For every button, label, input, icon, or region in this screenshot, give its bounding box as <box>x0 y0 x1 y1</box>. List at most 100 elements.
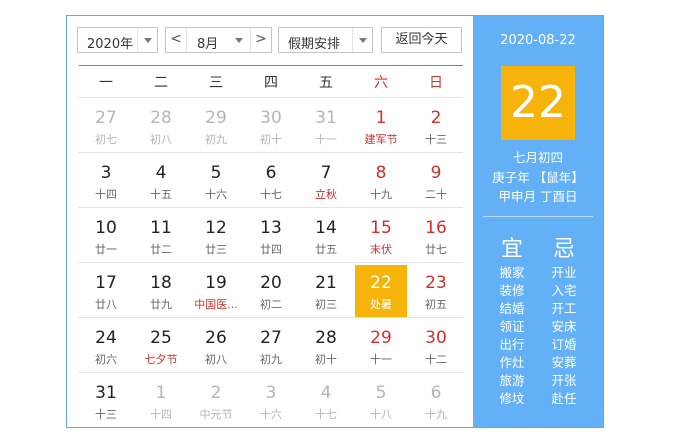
lunar-label: 十七 <box>315 408 337 421</box>
day-cell[interactable]: 13 廿四 <box>245 210 297 262</box>
day-cell[interactable]: 26 初八 <box>190 320 242 372</box>
ji-item: 安床 <box>551 319 577 334</box>
day-cell[interactable]: 3 十四 <box>80 155 132 207</box>
day-cell[interactable]: 5 十六 <box>190 155 242 207</box>
day-cell[interactable]: 27 初七 <box>80 100 132 152</box>
back-today-button[interactable]: 返回今天 <box>381 27 462 53</box>
lunar-label: 中国医... <box>194 298 238 311</box>
day-cell[interactable]: 14 廿五 <box>300 210 352 262</box>
day-cell[interactable]: 29 初九 <box>190 100 242 152</box>
day-cell[interactable]: 12 廿三 <box>190 210 242 262</box>
day-cell-today[interactable]: 22 处暑 <box>355 265 407 317</box>
day-cell[interactable]: 28 初八 <box>135 100 187 152</box>
day-cell[interactable]: 10 廿一 <box>80 210 132 262</box>
year-value: 2020年 <box>87 37 134 52</box>
ji-item: 入宅 <box>551 283 577 298</box>
day-cell[interactable]: 15 末伏 <box>355 210 407 262</box>
day-cell[interactable]: 30 十二 <box>410 320 462 372</box>
row-divider <box>79 372 463 373</box>
lunar-label: 二十 <box>425 188 447 201</box>
year-select[interactable]: 2020年 <box>77 27 158 53</box>
ji-item: 订婚 <box>551 337 577 352</box>
lunar-label: 十四 <box>95 188 117 201</box>
ji-item: 开张 <box>551 373 577 388</box>
header-divider <box>79 65 463 66</box>
day-cell[interactable]: 8 十九 <box>355 155 407 207</box>
day-cell[interactable]: 24 初六 <box>80 320 132 372</box>
day-number: 22 <box>370 273 392 293</box>
next-month-button[interactable]: > <box>250 28 271 52</box>
day-number: 27 <box>260 328 282 348</box>
weekday-label: 四 <box>264 75 278 91</box>
day-number: 30 <box>260 108 282 128</box>
day-cell[interactable]: 25 七夕节 <box>135 320 187 372</box>
ji-item: 安葬 <box>551 355 577 370</box>
day-cell[interactable]: 4 十七 <box>300 375 352 427</box>
lunar-label: 廿九 <box>150 298 172 311</box>
yi-item: 装修 <box>499 283 525 298</box>
day-cell[interactable]: 23 初五 <box>410 265 462 317</box>
day-number: 27 <box>95 108 117 128</box>
lunar-label: 十三 <box>95 408 117 421</box>
day-cell[interactable]: 1 建军节 <box>355 100 407 152</box>
ji-item: 开业 <box>551 265 577 280</box>
ji-item: 赴任 <box>551 391 577 406</box>
lunar-label: 廿七 <box>425 243 447 256</box>
day-cell[interactable]: 18 廿九 <box>135 265 187 317</box>
day-number: 6 <box>430 383 442 403</box>
holiday-select[interactable]: 假期安排 <box>278 27 373 53</box>
day-cell[interactable]: 30 初十 <box>245 100 297 152</box>
weekday-label: 二 <box>154 75 168 91</box>
lunar-label: 廿三 <box>205 243 227 256</box>
lunar-label: 处暑 <box>370 298 392 311</box>
lunar-label: 末伏 <box>370 243 392 256</box>
row-divider <box>79 97 463 98</box>
lunar-label: 初七 <box>95 133 117 146</box>
yi-item: 作灶 <box>499 355 525 370</box>
weekday-label: 一 <box>99 75 113 91</box>
day-cell[interactable]: 21 初三 <box>300 265 352 317</box>
holiday-value: 假期安排 <box>288 37 341 52</box>
day-cell[interactable]: 16 廿七 <box>410 210 462 262</box>
day-cell[interactable]: 17 廿八 <box>80 265 132 317</box>
day-cell[interactable]: 2 中元节 <box>190 375 242 427</box>
chevron-down-icon[interactable] <box>229 28 249 52</box>
day-number: 26 <box>205 328 227 348</box>
day-cell[interactable]: 7 立秋 <box>300 155 352 207</box>
day-cell[interactable]: 3 十六 <box>245 375 297 427</box>
yi-heading: 宜 <box>500 237 523 262</box>
row-divider <box>79 152 463 153</box>
day-number: 19 <box>205 273 227 293</box>
day-cell[interactable]: 5 十八 <box>355 375 407 427</box>
ganzhi-year: 庚子年 【鼠年】 <box>492 170 584 185</box>
day-cell[interactable]: 6 十七 <box>245 155 297 207</box>
day-cell[interactable]: 9 二十 <box>410 155 462 207</box>
month-select[interactable]: < 8月 > <box>165 27 272 53</box>
lunar-label: 初五 <box>425 298 447 311</box>
day-cell[interactable]: 29 十一 <box>355 320 407 372</box>
day-number: 17 <box>95 273 117 293</box>
day-cell[interactable]: 11 廿二 <box>135 210 187 262</box>
chevron-down-icon[interactable] <box>352 28 372 52</box>
day-cell[interactable]: 27 初九 <box>245 320 297 372</box>
chevron-down-icon[interactable] <box>137 28 157 52</box>
day-cell[interactable]: 6 十九 <box>410 375 462 427</box>
day-cell[interactable]: 2 十三 <box>410 100 462 152</box>
day-cell[interactable]: 31 十三 <box>80 375 132 427</box>
yi-item: 结婚 <box>499 301 525 316</box>
lunar-label: 初十 <box>315 353 337 366</box>
lunar-label: 十二 <box>425 353 447 366</box>
day-number: 20 <box>260 273 282 293</box>
day-cell[interactable]: 19 中国医... <box>190 265 242 317</box>
lunar-label: 初八 <box>205 353 227 366</box>
day-cell[interactable]: 31 十一 <box>300 100 352 152</box>
day-cell[interactable]: 20 初二 <box>245 265 297 317</box>
day-number: 30 <box>425 328 447 348</box>
day-cell[interactable]: 28 初十 <box>300 320 352 372</box>
day-cell[interactable]: 1 十四 <box>135 375 187 427</box>
day-cell[interactable]: 4 十五 <box>135 155 187 207</box>
lunar-label: 廿八 <box>95 298 117 311</box>
day-number: 18 <box>150 273 172 293</box>
lunar-label: 立秋 <box>315 188 337 201</box>
prev-month-button[interactable]: < <box>166 28 187 52</box>
